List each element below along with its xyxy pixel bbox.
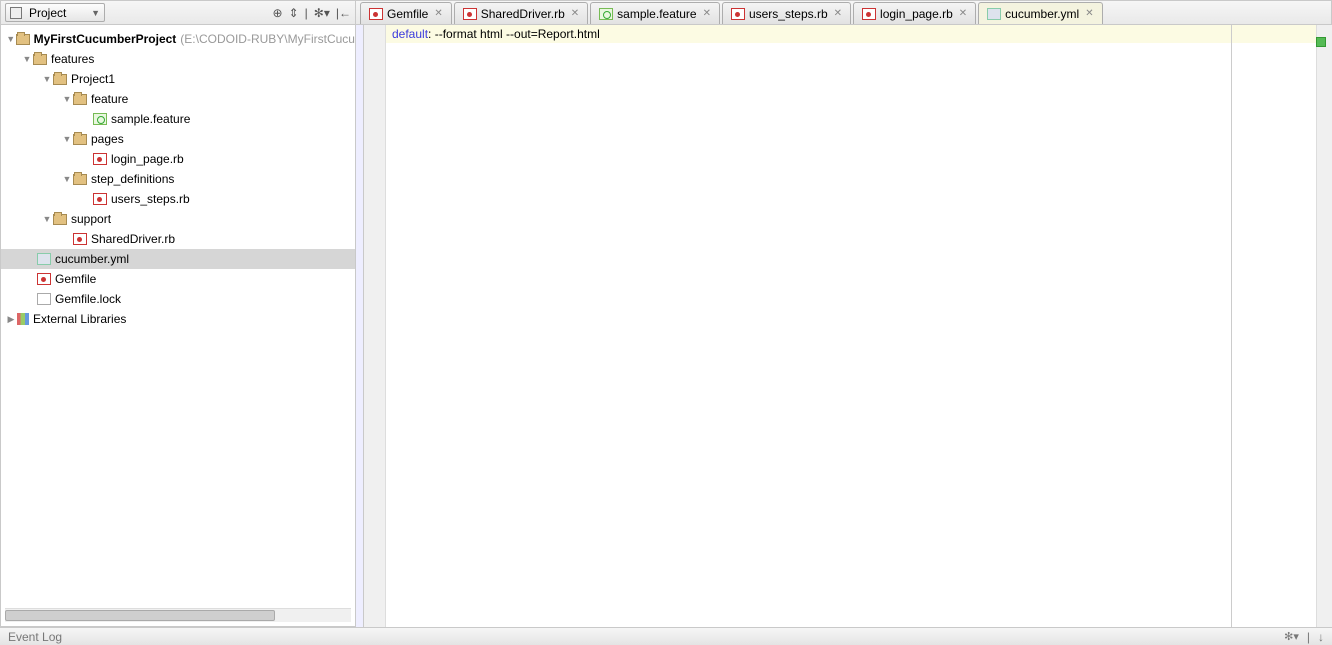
editor-left-gutter bbox=[356, 25, 364, 627]
project-view-selector[interactable]: Project ▼ bbox=[5, 3, 105, 22]
inspection-ok-icon[interactable] bbox=[1316, 37, 1326, 47]
tree-pages[interactable]: ▼pages bbox=[1, 129, 355, 149]
collapse-icon[interactable]: ⇕ bbox=[289, 6, 299, 20]
tree-cucumber[interactable]: cucumber.yml bbox=[1, 249, 355, 269]
tab-sample-feature[interactable]: sample.feature ✕ bbox=[590, 2, 720, 24]
ruby-file-icon bbox=[37, 273, 51, 285]
tree-users[interactable]: users_steps.rb bbox=[1, 189, 355, 209]
tree-root[interactable]: ▼ MyFirstCucumberProject (E:\CODOID-RUBY… bbox=[1, 29, 355, 49]
folder-icon bbox=[16, 34, 29, 45]
tab-shareddriver-rb[interactable]: SharedDriver.rb ✕ bbox=[454, 2, 588, 24]
tree-extlib[interactable]: ▶External Libraries bbox=[1, 309, 355, 329]
file-icon bbox=[862, 8, 876, 20]
right-margin-line bbox=[1231, 25, 1232, 627]
tree-feature-dir[interactable]: ▼feature bbox=[1, 89, 355, 109]
ruby-file-icon bbox=[93, 193, 107, 205]
project-header-tools: ⊕ ⇕ | ✻▾ |← bbox=[273, 6, 351, 20]
file-icon bbox=[369, 8, 383, 20]
close-icon[interactable]: ✕ bbox=[703, 8, 711, 19]
caret-down-icon: ▼ bbox=[91, 8, 100, 18]
text-file-icon bbox=[37, 293, 51, 305]
divider-icon: | bbox=[305, 6, 308, 20]
file-icon bbox=[463, 8, 477, 20]
close-icon[interactable]: ✕ bbox=[571, 8, 579, 19]
chevron-right-icon: ▶ bbox=[5, 314, 17, 325]
locate-icon[interactable]: ⊕ bbox=[273, 6, 283, 20]
status-divider: | bbox=[1307, 630, 1310, 644]
close-icon[interactable]: ✕ bbox=[434, 8, 442, 19]
ruby-file-icon bbox=[93, 153, 107, 165]
project-view-label: Project bbox=[29, 6, 66, 20]
gear-icon[interactable]: ✻▾ bbox=[314, 6, 330, 20]
file-icon bbox=[731, 8, 745, 20]
scrollbar-thumb[interactable] bbox=[5, 610, 275, 621]
tree-support[interactable]: ▼support bbox=[1, 209, 355, 229]
tab-label: Gemfile bbox=[387, 7, 428, 21]
project-icon bbox=[10, 7, 22, 19]
file-icon bbox=[987, 8, 1001, 20]
tree-sample[interactable]: sample.feature bbox=[1, 109, 355, 129]
tree-shared[interactable]: SharedDriver.rb bbox=[1, 229, 355, 249]
editor-tabbar: Gemfile✕SharedDriver.rb✕sample.feature✕u… bbox=[356, 0, 1332, 25]
tree-stepdef[interactable]: ▼step_definitions bbox=[1, 169, 355, 189]
feature-file-icon bbox=[93, 113, 107, 125]
tree-hscrollbar[interactable] bbox=[5, 608, 351, 622]
tab-cucumber-yml[interactable]: cucumber.yml ✕ bbox=[978, 2, 1102, 24]
tree-login[interactable]: login_page.rb bbox=[1, 149, 355, 169]
tree-gemlock[interactable]: Gemfile.lock bbox=[1, 289, 355, 309]
tree-features[interactable]: ▼features bbox=[1, 49, 355, 69]
file-icon bbox=[599, 8, 613, 20]
tab-gemfile[interactable]: Gemfile ✕ bbox=[360, 2, 452, 24]
tab-login_page-rb[interactable]: login_page.rb ✕ bbox=[853, 2, 976, 24]
project-tree-panel: ▼ MyFirstCucumberProject (E:\CODOID-RUBY… bbox=[0, 25, 356, 627]
tree-gemfile[interactable]: Gemfile bbox=[1, 269, 355, 289]
tab-label: SharedDriver.rb bbox=[481, 7, 565, 21]
settings-gear-icon[interactable]: ✻▾ bbox=[1284, 630, 1299, 643]
project-tool-header: Project ▼ ⊕ ⇕ | ✻▾ |← bbox=[0, 0, 356, 25]
tab-label: cucumber.yml bbox=[1005, 7, 1079, 21]
tab-label: login_page.rb bbox=[880, 7, 953, 21]
editor-area: default: --format html --out=Report.html bbox=[364, 25, 1332, 627]
tab-label: sample.feature bbox=[617, 7, 696, 21]
yml-file-icon bbox=[37, 253, 51, 265]
close-icon[interactable]: ✕ bbox=[834, 8, 842, 19]
close-icon[interactable]: ✕ bbox=[1085, 8, 1093, 19]
code-line-1[interactable]: default: --format html --out=Report.html bbox=[386, 25, 1316, 43]
ruby-file-icon bbox=[73, 233, 87, 245]
editor-right-gutter bbox=[1316, 25, 1332, 627]
root-name: MyFirstCucumberProject bbox=[34, 32, 177, 46]
status-arrow-icon[interactable]: ↓ bbox=[1318, 630, 1324, 644]
tree-project1[interactable]: ▼Project1 bbox=[1, 69, 355, 89]
status-bar: Event Log ✻▾ | ↓ bbox=[0, 627, 1332, 645]
line-number-gutter bbox=[364, 25, 386, 627]
root-path: (E:\CODOID-RUBY\MyFirstCucu bbox=[180, 32, 355, 46]
tab-label: users_steps.rb bbox=[749, 7, 828, 21]
close-icon[interactable]: ✕ bbox=[959, 8, 967, 19]
code-editor[interactable]: default: --format html --out=Report.html bbox=[386, 25, 1316, 627]
chevron-down-icon[interactable]: ▼ bbox=[5, 34, 16, 44]
event-log-button[interactable]: Event Log bbox=[8, 630, 62, 644]
project-tree[interactable]: ▼ MyFirstCucumberProject (E:\CODOID-RUBY… bbox=[1, 25, 355, 608]
hide-icon[interactable]: |← bbox=[336, 6, 351, 20]
library-icon bbox=[17, 313, 29, 325]
tab-users_steps-rb[interactable]: users_steps.rb ✕ bbox=[722, 2, 851, 24]
